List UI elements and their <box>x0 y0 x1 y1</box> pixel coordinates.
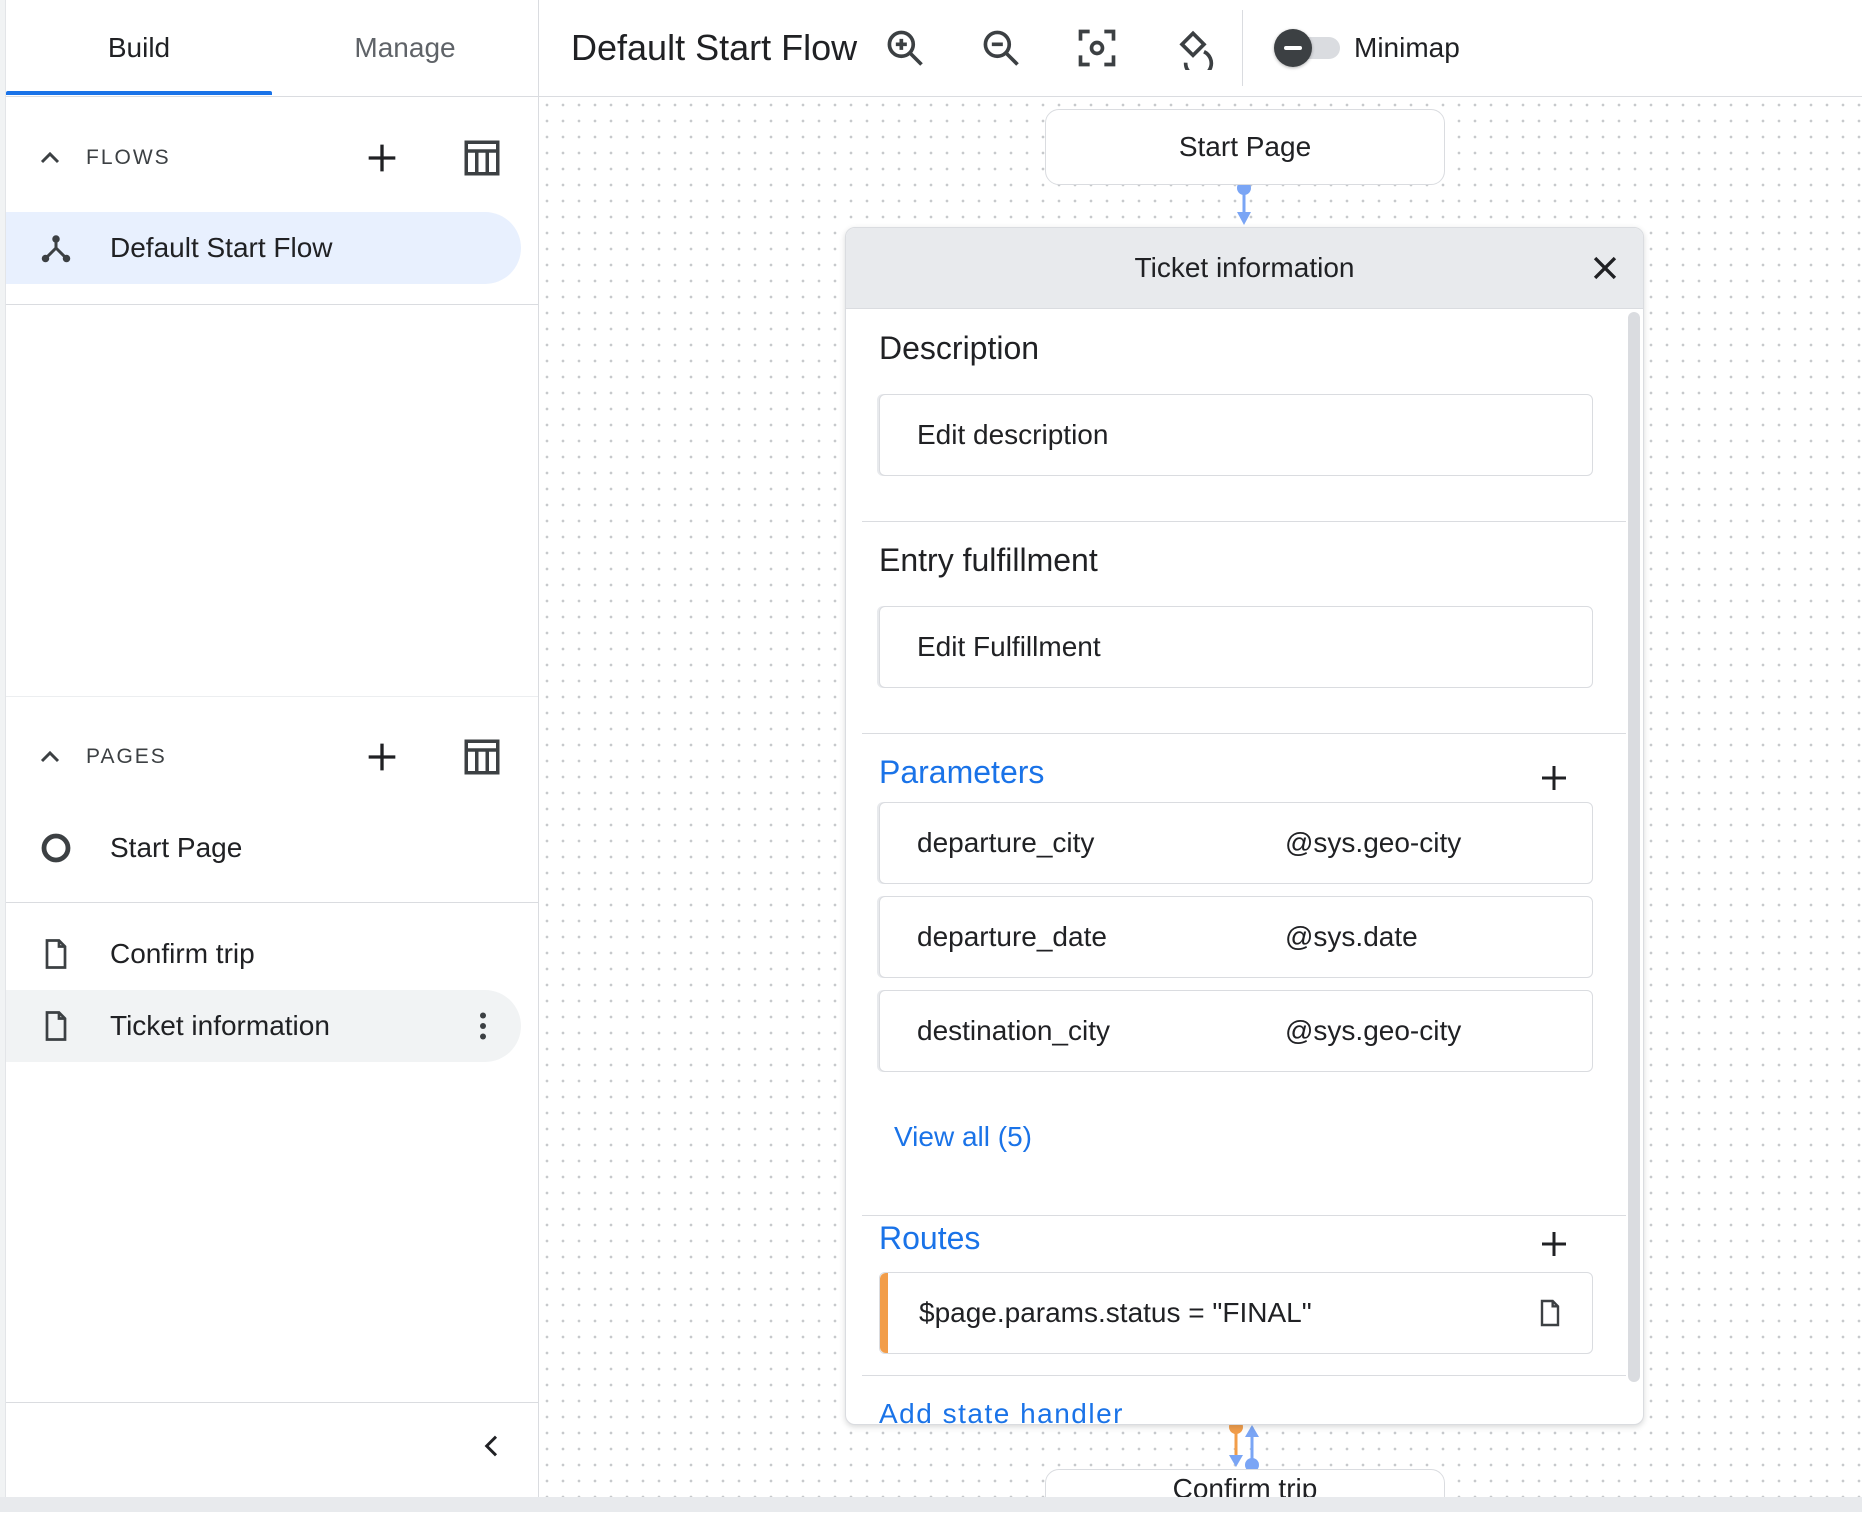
route-accent-bar <box>880 1273 888 1353</box>
center-focus-icon <box>1078 29 1116 67</box>
parameter-name: departure_city <box>917 827 1095 858</box>
edit-fulfillment-button[interactable]: Edit Fulfillment <box>879 606 1593 688</box>
description-heading: Description <box>879 330 1040 366</box>
flows-divider <box>6 304 538 305</box>
close-panel-button[interactable] <box>1579 242 1631 294</box>
panel-divider <box>862 521 1626 522</box>
toolbar-separator <box>1242 10 1243 86</box>
confirm-trip-node-label: Confirm trip <box>1172 1473 1318 1497</box>
flow-item-label: Default Start Flow <box>110 232 333 263</box>
panel-divider <box>862 733 1626 734</box>
route-condition: $page.params.status = "FINAL" <box>919 1297 1312 1328</box>
add-parameter-button[interactable] <box>1530 754 1578 802</box>
sidebar-tabs: Build Manage <box>6 0 538 97</box>
edit-description-label: Edit description <box>917 419 1109 450</box>
parameter-type: @sys.geo-city <box>1285 1015 1462 1046</box>
flows-section-header: FLOWS <box>6 106 538 206</box>
add-state-handler-link[interactable]: Add state handler <box>879 1398 1124 1424</box>
view-all-parameters-link[interactable]: View all (5) <box>894 1121 1032 1153</box>
plus-icon <box>368 144 396 172</box>
parameters-heading[interactable]: Parameters <box>879 754 1044 791</box>
plus-icon <box>1542 766 1566 790</box>
flow-item-default-start-flow[interactable]: Default Start Flow <box>6 212 521 284</box>
pages-section-header: PAGES <box>6 705 538 805</box>
flow-title: Default Start Flow <box>571 27 858 68</box>
minimap-toggle[interactable] <box>1274 29 1346 67</box>
panel-header: Ticket information <box>846 228 1643 309</box>
minimap-label: Minimap <box>1354 32 1460 63</box>
page-document-icon <box>45 1011 67 1041</box>
table-icon <box>464 140 500 176</box>
section-divider <box>6 696 538 697</box>
collapse-sidebar-button[interactable] <box>470 1424 514 1468</box>
flows-collapse-chevron-icon[interactable] <box>34 142 66 174</box>
routes-heading[interactable]: Routes <box>879 1220 980 1257</box>
page-item-label: Start Page <box>110 832 243 863</box>
auto-layout-button[interactable] <box>1167 22 1219 74</box>
panel-divider <box>862 1215 1626 1216</box>
flows-table-view-button[interactable] <box>456 132 508 184</box>
close-icon <box>1593 256 1617 280</box>
sidebar: Build Manage FLOWS Default Start Flow PA… <box>0 0 539 1497</box>
flows-section-title: FLOWS <box>86 146 171 169</box>
panel-divider <box>862 1375 1626 1376</box>
plus-icon <box>368 743 396 771</box>
pages-collapse-chevron-icon[interactable] <box>34 741 66 773</box>
zoom-out-icon <box>983 30 1019 66</box>
canvas-toolbar: Default Start Flow Minimap <box>539 0 1862 97</box>
plus-icon <box>1542 1232 1566 1256</box>
pages-table-view-button[interactable] <box>456 731 508 783</box>
more-options-button[interactable] <box>461 1004 505 1048</box>
page-detail-panel: Ticket information Description Edit desc… <box>845 227 1644 1425</box>
rotate-layout-icon <box>1179 30 1214 70</box>
zoom-in-button[interactable] <box>879 22 931 74</box>
start-page-node[interactable]: Start Page <box>1045 109 1445 185</box>
panel-title: Ticket information <box>1134 252 1355 283</box>
edit-fulfillment-label: Edit Fulfillment <box>917 631 1101 662</box>
add-flow-button[interactable] <box>356 132 408 184</box>
page-item-label: Ticket information <box>110 1010 330 1041</box>
toggle-knob <box>1274 29 1312 67</box>
start-circle-icon <box>41 833 71 863</box>
parameter-row[interactable]: destination_city @sys.geo-city <box>879 990 1593 1072</box>
flow-canvas[interactable]: Start Page Confirm trip Ticket informati… <box>539 97 1862 1497</box>
confirm-trip-node[interactable]: Confirm trip <box>1045 1469 1445 1497</box>
page-item-start-page[interactable]: Start Page <box>6 812 521 884</box>
panel-scrollbar[interactable] <box>1628 312 1640 1382</box>
table-icon <box>464 739 500 775</box>
page-item-ticket-information[interactable]: Ticket information <box>6 990 521 1062</box>
entry-fulfillment-heading: Entry fulfillment <box>879 542 1098 578</box>
edit-description-button[interactable]: Edit description <box>879 394 1593 476</box>
parameter-row[interactable]: departure_date @sys.date <box>879 896 1593 978</box>
active-tab-indicator <box>6 91 272 95</box>
fit-to-screen-button[interactable] <box>1071 22 1123 74</box>
tab-build[interactable]: Build <box>6 0 272 96</box>
page-document-icon <box>45 939 67 969</box>
parameter-name: destination_city <box>917 1015 1111 1046</box>
pages-divider <box>6 902 538 903</box>
parameter-name: departure_date <box>917 921 1107 952</box>
route-row[interactable]: $page.params.status = "FINAL" <box>879 1272 1593 1354</box>
more-vert-icon <box>480 1012 486 1040</box>
sidebar-footer-divider <box>6 1402 538 1403</box>
horizontal-scrollbar[interactable] <box>0 1497 1862 1512</box>
page-item-confirm-trip[interactable]: Confirm trip <box>6 918 521 990</box>
parameter-type: @sys.geo-city <box>1285 827 1462 858</box>
zoom-in-icon <box>887 30 923 66</box>
pages-section-title: PAGES <box>86 745 167 768</box>
add-route-button[interactable] <box>1530 1220 1578 1268</box>
parameter-type: @sys.date <box>1285 921 1418 952</box>
zoom-out-button[interactable] <box>975 22 1027 74</box>
flow-icon <box>41 235 71 263</box>
page-item-label: Confirm trip <box>110 938 255 969</box>
parameter-row[interactable]: departure_city @sys.geo-city <box>879 802 1593 884</box>
tab-manage[interactable]: Manage <box>272 0 538 96</box>
chevron-left-icon <box>484 1435 498 1457</box>
page-document-icon <box>1540 1299 1560 1327</box>
add-page-button[interactable] <box>356 731 408 783</box>
